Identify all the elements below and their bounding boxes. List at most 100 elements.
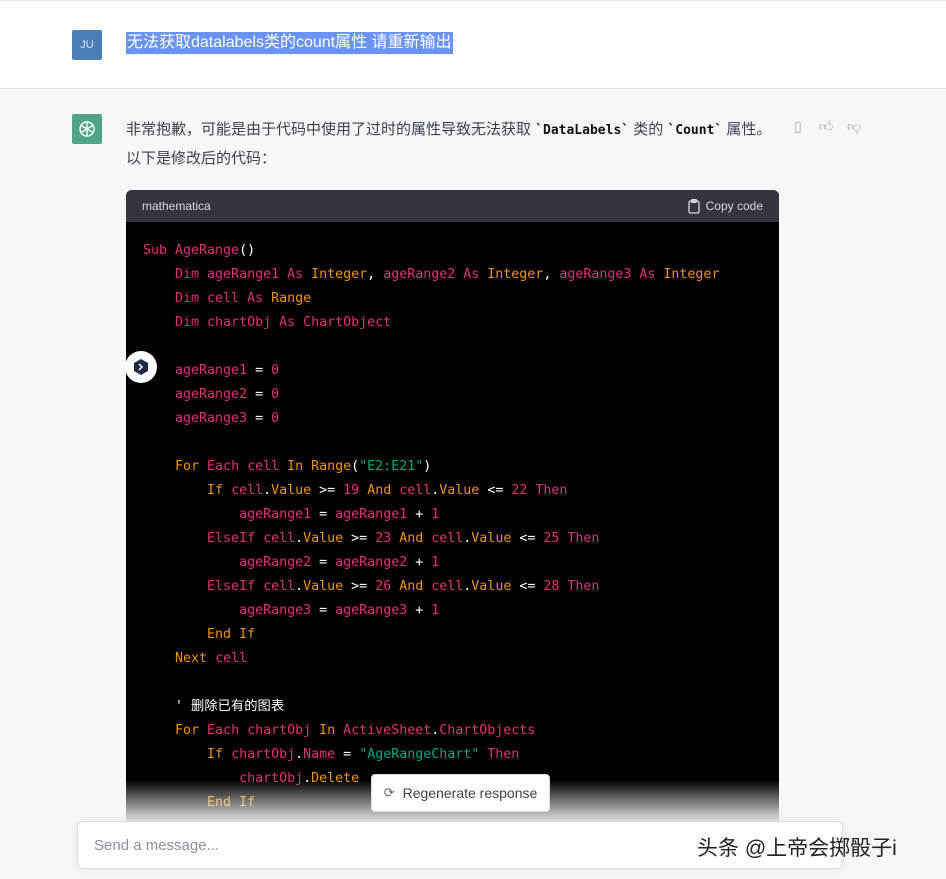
regenerate-response-button[interactable]: ⟳ Regenerate response	[371, 774, 550, 812]
watermark: 头条 @上帝会掷骰子i	[697, 837, 897, 860]
assistant-message: 非常抱歉，可能是由于代码中使用了过时的属性导致无法获取 `DataLabels`…	[126, 116, 776, 173]
code-token: chartObj	[231, 747, 296, 762]
thumbs-down-icon[interactable]: 👎︎	[846, 117, 862, 135]
code-token: Name	[303, 747, 336, 762]
code-token: If	[143, 747, 232, 762]
code-line: End If	[143, 623, 762, 647]
code-token: Dim chartObj As ChartObject	[143, 315, 392, 330]
code-token: >=	[343, 531, 376, 546]
message-text: 非常抱歉，可能是由于代码中使用了过时的属性导致无法获取	[126, 121, 536, 138]
thumbs-up-icon[interactable]: 👍︎	[818, 117, 834, 135]
code-token: ageRange2	[335, 555, 408, 570]
code-token: For	[143, 723, 208, 738]
code-line: Sub AgeRange()	[143, 239, 762, 263]
code-line: ' 删除已有的图表	[143, 695, 762, 719]
code-token: cell	[431, 531, 464, 546]
message-actions: ▯ 👍︎ 👎︎	[790, 117, 862, 135]
code-token: Each chartObj	[207, 723, 320, 738]
code-token: .	[295, 579, 304, 594]
code-token: cell	[431, 579, 464, 594]
code-token: For	[143, 459, 208, 474]
code-token: ageRange3	[143, 603, 312, 618]
code-token: =	[311, 603, 336, 618]
copy-code-label: Copy code	[705, 199, 763, 213]
code-token: And	[367, 483, 400, 498]
code-token: cell	[215, 651, 248, 666]
code-line: For Each chartObj In ActiveSheet.ChartOb…	[143, 719, 762, 743]
regenerate-label: Regenerate response	[402, 785, 538, 801]
code-token: =	[247, 387, 272, 402]
extension-icon[interactable]	[125, 351, 157, 383]
code-line: ​	[143, 335, 762, 359]
code-token: 1	[431, 507, 440, 522]
code-token: =	[311, 555, 336, 570]
inline-code: `DataLabels`	[535, 123, 630, 138]
code-token: .	[295, 747, 304, 762]
code-token: 25 Then	[543, 531, 600, 546]
code-token: .	[295, 531, 304, 546]
code-token: 0	[271, 411, 280, 426]
code-token: Integer	[663, 267, 720, 282]
code-line: ageRange2 = 0	[143, 383, 762, 407]
code-token: And	[399, 579, 432, 594]
code-token: In	[319, 723, 344, 738]
code-token: ActiveSheet	[343, 723, 432, 738]
code-token: ageRange2 As	[383, 267, 488, 282]
code-token: And	[399, 531, 432, 546]
code-token: <=	[479, 483, 512, 498]
code-token: 19	[343, 483, 368, 498]
code-token: Value	[303, 579, 344, 594]
code-token: Dim cell As	[143, 291, 272, 306]
clipboard-icon	[687, 198, 700, 214]
code-token: >=	[343, 579, 376, 594]
code-line: ageRange2 = ageRange2 + 1	[143, 551, 762, 575]
code-token: cell	[231, 483, 264, 498]
refresh-icon: ⟳	[383, 785, 395, 800]
code-token: cell	[399, 483, 432, 498]
code-token: Then	[479, 747, 520, 762]
code-content: Sub AgeRange() Dim ageRange1 As Integer,…	[126, 222, 779, 832]
code-token: Next	[143, 651, 216, 666]
user-avatar: JU	[72, 30, 102, 60]
code-token: <=	[511, 531, 544, 546]
code-token: Range	[271, 291, 312, 306]
inline-code: `Count`	[667, 123, 723, 138]
code-token: )	[423, 459, 432, 474]
code-token: Integer	[311, 267, 368, 282]
code-token: Value	[271, 483, 312, 498]
code-token: Dim ageRange1 As	[143, 267, 312, 282]
code-token: (	[351, 459, 360, 474]
code-line: For Each cell In Range("E2:E21")	[143, 455, 762, 479]
code-token: +	[407, 507, 432, 522]
code-token: 26	[375, 579, 400, 594]
code-line: If chartObj.Name = "AgeRangeChart" Then	[143, 743, 762, 767]
code-token: +	[407, 555, 432, 570]
code-token: 28 Then	[543, 579, 600, 594]
code-token: .	[263, 483, 272, 498]
code-line: Dim cell As Range	[143, 287, 762, 311]
code-token: ageRange2	[143, 555, 312, 570]
code-token: 23	[375, 531, 400, 546]
code-line: If cell.Value >= 19 And cell.Value <= 22…	[143, 479, 762, 503]
copy-code-button[interactable]: Copy code	[687, 198, 763, 214]
code-token: ChartObjects	[439, 723, 536, 738]
code-token: 0	[271, 387, 280, 402]
code-token: "AgeRangeChart"	[359, 747, 480, 762]
code-token: ()	[239, 243, 256, 258]
code-token: ageRange1	[143, 363, 248, 378]
code-language: mathematica	[142, 199, 211, 213]
code-token: End If	[143, 627, 256, 642]
code-line: Dim chartObj As ChartObject	[143, 311, 762, 335]
code-token: ageRange1	[143, 507, 312, 522]
code-token: Value	[439, 483, 480, 498]
code-token: 0	[271, 363, 280, 378]
copy-icon[interactable]: ▯	[790, 117, 806, 135]
code-line: ​	[143, 671, 762, 695]
code-token: ,	[367, 267, 384, 282]
code-token: Value	[303, 531, 344, 546]
code-line: ageRange3 = 0	[143, 407, 762, 431]
code-header: mathematica Copy code	[126, 190, 779, 222]
code-token: In Range	[287, 459, 352, 474]
code-line: Dim ageRange1 As Integer, ageRange2 As I…	[143, 263, 762, 287]
code-token: ageRange2	[143, 387, 248, 402]
